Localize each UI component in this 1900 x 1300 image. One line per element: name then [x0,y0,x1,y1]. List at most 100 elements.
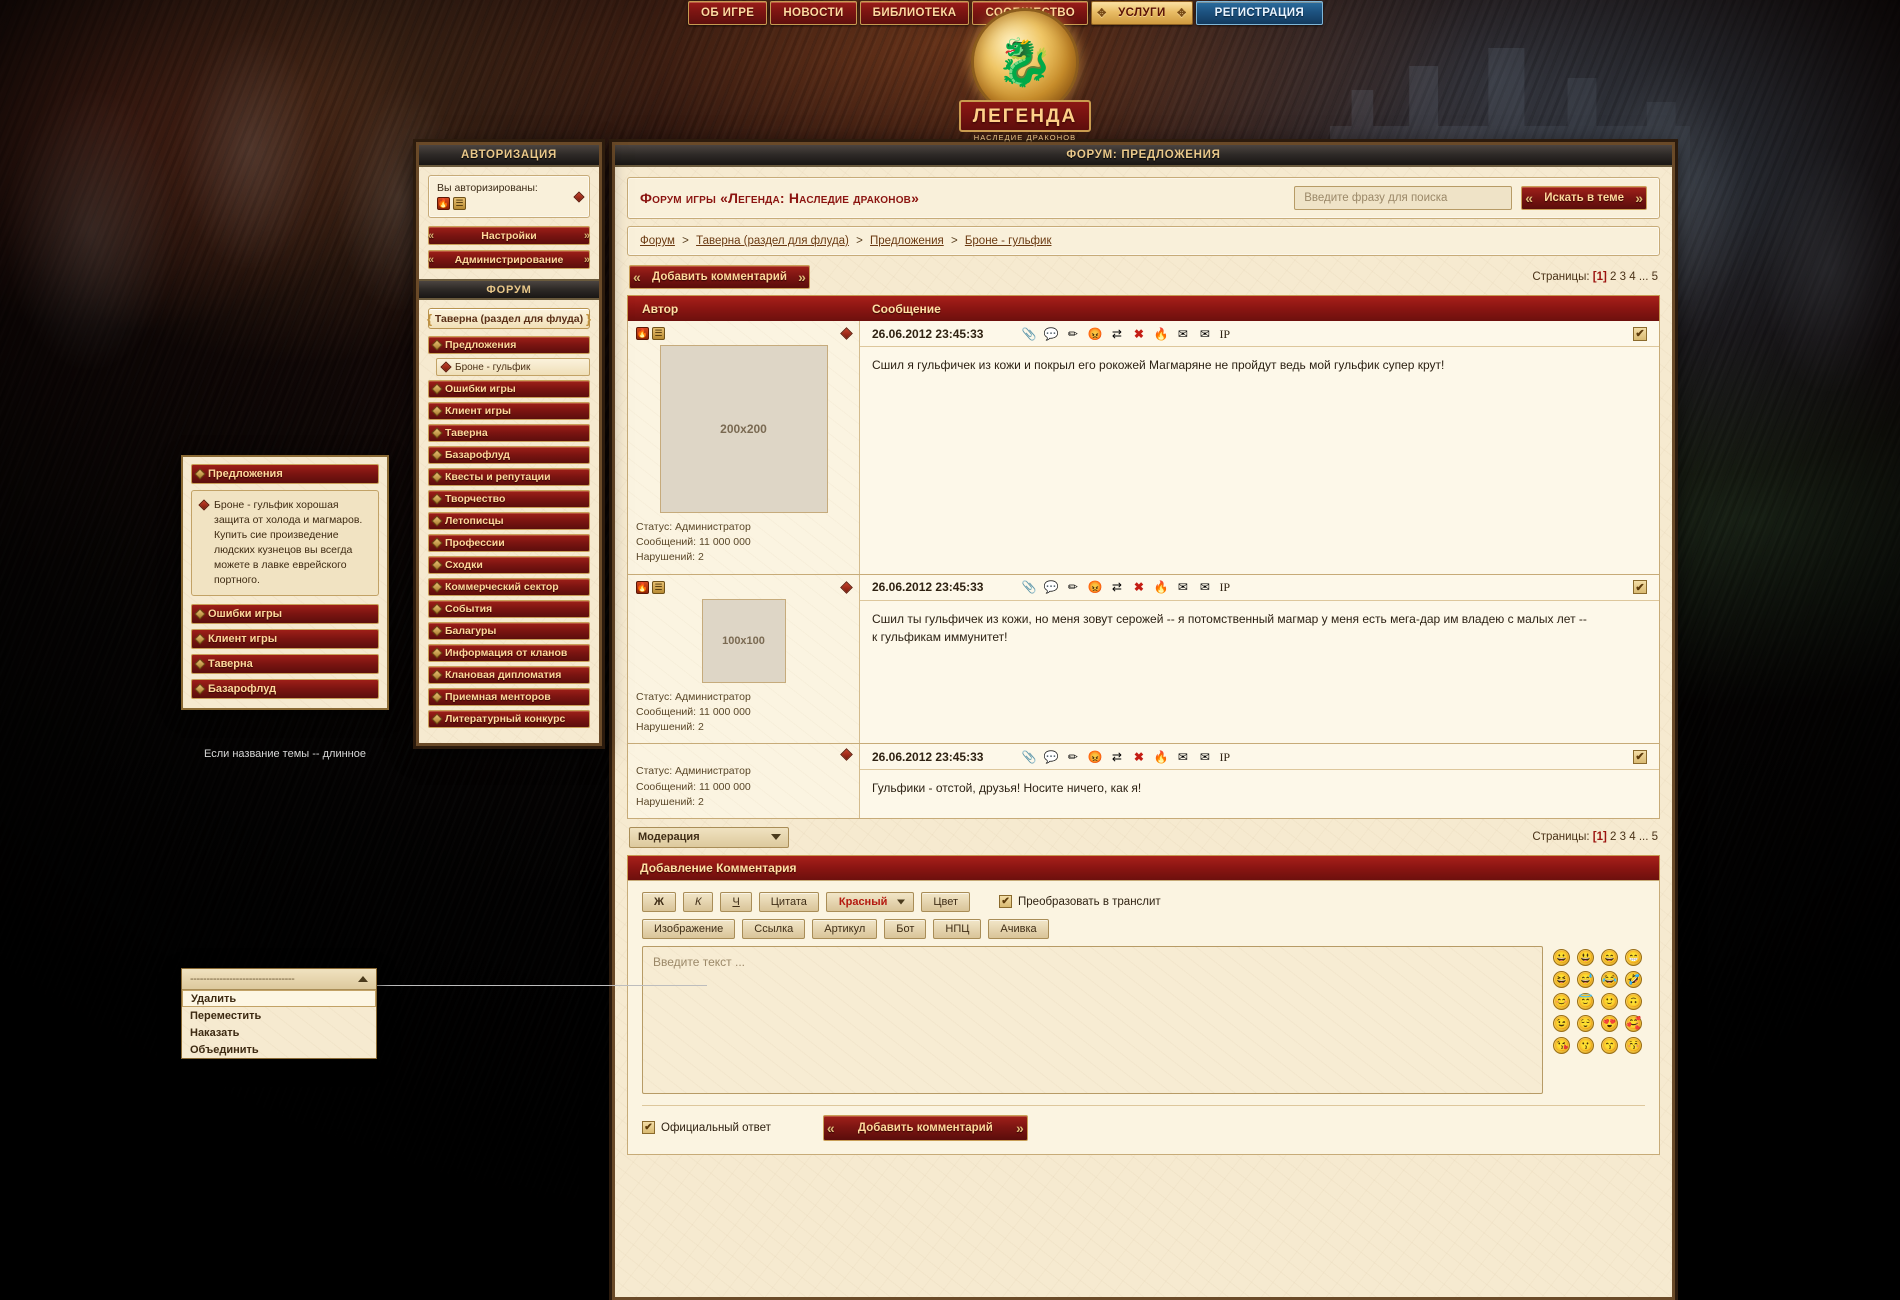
search-button[interactable]: Искать в теме [1521,186,1647,210]
quote-icon[interactable]: 💬 [1043,580,1058,595]
sidebar-item-bazaroflud[interactable]: Базарофлуд [428,446,590,464]
quote-button[interactable]: Цитата [759,892,819,912]
translit-checkbox[interactable]: ✔ [999,895,1012,908]
post-select-checkbox[interactable]: ✔ [1633,750,1647,764]
npc-button[interactable]: НПЦ [933,919,981,939]
angry-smiley-icon[interactable]: 😡 [1087,580,1102,595]
bot-button[interactable]: Бот [884,919,926,939]
smiley-icon[interactable]: 😌 [1577,1015,1594,1032]
pencil-icon[interactable]: ✏ [1065,326,1080,341]
breadcrumb-forum[interactable]: Форум [640,235,675,247]
sidebar-item-klient-igry[interactable]: Клиент игры [428,402,590,420]
sidebar-item-priemnaya-mentorov[interactable]: Приемная менторов [428,688,590,706]
color-button[interactable]: Цвет [921,892,970,912]
quote-icon[interactable]: 💬 [1043,326,1058,341]
sidebar-item-tvorchestvo[interactable]: Творчество [428,490,590,508]
administration-button[interactable]: Администрирование [428,250,590,269]
image-button[interactable]: Изображение [642,919,735,939]
angry-smiley-icon[interactable]: 😡 [1087,326,1102,341]
site-logo[interactable]: 🐉 ЛЕГЕНДА НАСЛЕДИЕ ДРАКОНОВ [955,8,1095,158]
callout-item-klient-igry[interactable]: Клиент игры [191,629,379,649]
paperclip-icon[interactable]: 📎 [1021,749,1036,764]
open-envelope-icon[interactable]: ✉ [1197,580,1212,595]
callout-item-oshibki-igry[interactable]: Ошибки игры [191,604,379,624]
moderation-option-delete[interactable]: Удалить [182,990,376,1007]
sidebar-item-taverna[interactable]: Таверна [428,424,590,442]
swap-icon[interactable]: ⇄ [1109,580,1124,595]
sidebar-item-balagury[interactable]: Балагуры [428,622,590,640]
nav-item-registration[interactable]: РЕГИСТРАЦИЯ [1196,1,1323,25]
nav-item-services[interactable]: УСЛУГИ [1091,1,1193,25]
sidebar-item-sobytiya[interactable]: События [428,600,590,618]
moderation-option-merge[interactable]: Объединить [182,1041,376,1058]
swap-icon[interactable]: ⇄ [1109,749,1124,764]
smiley-icon[interactable]: 😚 [1625,1037,1642,1054]
sidebar-item-oshibki-igry[interactable]: Ошибки игры [428,380,590,398]
paperclip-icon[interactable]: 📎 [1021,580,1036,595]
paperclip-icon[interactable]: 📎 [1021,326,1036,341]
swap-icon[interactable]: ⇄ [1109,326,1124,341]
smiley-icon[interactable]: 😄 [1601,949,1618,966]
settings-button[interactable]: Настройки [428,226,590,245]
add-comment-button-top[interactable]: Добавить комментарий [629,265,810,289]
pages-rest[interactable]: 2 3 4 ... 5 [1610,831,1658,843]
color-select[interactable]: Красный [826,892,914,912]
smiley-icon[interactable]: 😇 [1577,993,1594,1010]
ip-label[interactable]: IP [1219,749,1230,764]
smiley-icon[interactable]: 😂 [1601,971,1618,988]
pencil-icon[interactable]: ✏ [1065,749,1080,764]
moderation-dropdown-trigger[interactable]: -------------------------------- [182,969,376,990]
sidebar-item-info-klanov[interactable]: Информация от кланов [428,644,590,662]
sidebar-item-letopiscy[interactable]: Летописцы [428,512,590,530]
ip-label[interactable]: IP [1219,580,1230,595]
pages-rest[interactable]: 2 3 4 ... 5 [1610,271,1658,283]
delete-cross-icon[interactable]: ✖ [1131,580,1146,595]
callout-item-bazaroflud[interactable]: Базарофлуд [191,679,379,699]
sidebar-item-kommercheskiy[interactable]: Коммерческий сектор [428,578,590,596]
sidebar-item-professii[interactable]: Профессии [428,534,590,552]
underline-button[interactable]: Ч [720,892,751,912]
closed-envelope-icon[interactable]: ✉ [1175,580,1190,595]
fire-icon[interactable]: 🔥 [1153,580,1168,595]
callout-item-taverna[interactable]: Таверна [191,654,379,674]
breadcrumb-taverna[interactable]: Таверна (раздел для флуда) [696,235,849,247]
sidebar-item-klanovaya-diplomatiya[interactable]: Клановая дипломатия [428,666,590,684]
sidebar-current-section[interactable]: Таверна (раздел для флуда) [428,308,590,329]
smiley-icon[interactable]: 😅 [1577,971,1594,988]
moderation-select[interactable]: Модерация [629,827,789,848]
smiley-icon[interactable]: 😍 [1601,1015,1618,1032]
article-button[interactable]: Артикул [812,919,877,939]
smiley-icon[interactable]: 😉 [1553,1015,1570,1032]
smiley-icon[interactable]: 😘 [1553,1037,1570,1054]
italic-button[interactable]: К [683,892,713,912]
smiley-icon[interactable]: 🙂 [1601,993,1618,1010]
smiley-icon[interactable]: 😆 [1553,971,1570,988]
smiley-icon[interactable]: 🥰 [1625,1015,1642,1032]
smiley-icon[interactable]: 🙃 [1625,993,1642,1010]
submit-comment-button[interactable]: Добавить комментарий [823,1115,1028,1141]
nav-item-news[interactable]: НОВОСТИ [770,1,856,25]
nav-item-library[interactable]: БИБЛИОТЕКА [860,1,970,25]
post-select-checkbox[interactable]: ✔ [1633,580,1647,594]
smiley-icon[interactable]: 😀 [1553,949,1570,966]
post-select-checkbox[interactable]: ✔ [1633,327,1647,341]
smiley-icon[interactable]: 🤣 [1625,971,1642,988]
angry-smiley-icon[interactable]: 😡 [1087,749,1102,764]
bold-button[interactable]: Ж [642,892,676,912]
closed-envelope-icon[interactable]: ✉ [1175,749,1190,764]
official-answer-checkbox[interactable]: ✔ [642,1121,655,1134]
ip-label[interactable]: IP [1219,326,1230,341]
sidebar-item-kvesty[interactable]: Квесты и репутации [428,468,590,486]
delete-cross-icon[interactable]: ✖ [1131,326,1146,341]
quote-icon[interactable]: 💬 [1043,749,1058,764]
comment-textarea[interactable] [642,946,1543,1094]
pencil-icon[interactable]: ✏ [1065,580,1080,595]
achievement-button[interactable]: Ачивка [988,919,1048,939]
search-input[interactable] [1294,186,1512,210]
sidebar-item-predlozheniya[interactable]: Предложения [428,336,590,354]
smiley-icon[interactable]: 😃 [1577,949,1594,966]
open-envelope-icon[interactable]: ✉ [1197,326,1212,341]
fire-icon[interactable]: 🔥 [1153,326,1168,341]
closed-envelope-icon[interactable]: ✉ [1175,326,1190,341]
delete-cross-icon[interactable]: ✖ [1131,749,1146,764]
